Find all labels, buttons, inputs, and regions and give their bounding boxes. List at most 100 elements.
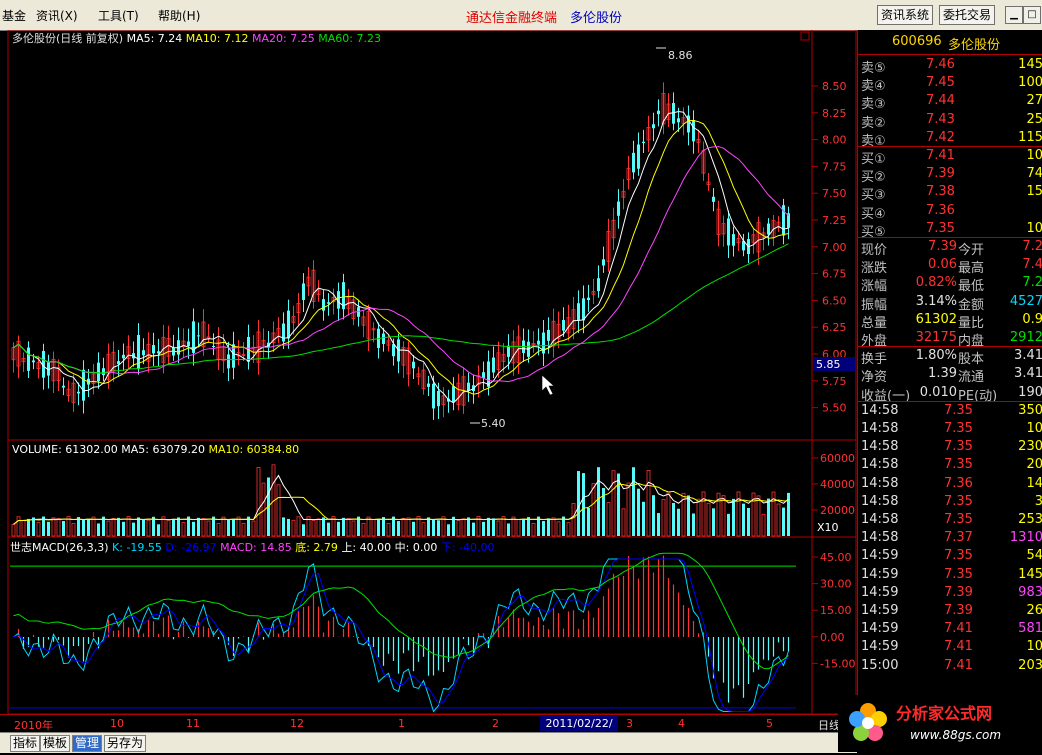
trade-tick-row: 14:58 7.37 1310 [858, 529, 1042, 547]
legend-item: VOLUME: 61302.00 [12, 443, 121, 456]
volume-bar [342, 517, 345, 536]
tick-time: 14:58 [861, 530, 899, 546]
candle [126, 335, 131, 370]
quote-value: 3.14% [915, 293, 957, 309]
candle [361, 309, 366, 338]
quote-value: 0.9 [1022, 311, 1042, 327]
tick-price: 7.35 [944, 512, 973, 527]
candle [732, 226, 735, 257]
volume-bar [216, 523, 221, 537]
candle [672, 92, 675, 131]
price-tick-label: 7.00 [822, 241, 847, 254]
volume-bar [137, 517, 140, 536]
volume-bar [132, 522, 135, 536]
volume-bar [142, 518, 145, 536]
ask-row: 卖⑤ 7.46 145 [858, 56, 1042, 76]
tick-price: 7.39 [944, 584, 973, 600]
ma5-line [13, 111, 789, 404]
ask-row: 卖② 7.43 25 [858, 111, 1042, 131]
quote-label: 量比 [958, 315, 985, 331]
candle [551, 308, 556, 358]
pane-maximize-icon[interactable] [800, 31, 810, 41]
tick-price: 7.36 [944, 475, 973, 491]
tick-volume: 10 [1026, 639, 1042, 655]
tick-volume: 581 [1018, 621, 1042, 637]
volume-bar [652, 495, 655, 536]
volume-bar [206, 520, 211, 537]
maximize-icon[interactable]: □ [1023, 6, 1041, 24]
volume-bar [487, 517, 490, 536]
svg-text:5.40: 5.40 [481, 417, 506, 430]
fund-label: 股本 [958, 352, 985, 368]
candle [122, 343, 125, 371]
volume-bar [587, 508, 590, 536]
volume-bar [527, 517, 530, 536]
volume-bar [696, 498, 701, 537]
volume-bar [382, 517, 385, 536]
candle [412, 354, 415, 380]
price-tick-label: 6.75 [822, 268, 847, 281]
candle [401, 341, 406, 378]
quote-row: 总量 61302 量比 0.9 [858, 311, 1042, 331]
tab-template[interactable]: 模板 [40, 735, 71, 752]
volume-bar [87, 519, 90, 536]
ask-price: 7.44 [926, 93, 955, 109]
tick-volume: 983 [1018, 584, 1042, 600]
fund-value: 3.41 [1014, 348, 1042, 364]
trade-tick-row: 15:00 7.41 203 [858, 657, 1042, 675]
volume-bar [296, 516, 301, 537]
volume-bar [556, 521, 561, 537]
trade-button[interactable]: 委托交易 [939, 5, 996, 25]
volume-bar [761, 513, 766, 537]
time-tick: 10 [110, 717, 124, 730]
candle [782, 198, 785, 245]
volume-bar [611, 470, 616, 537]
volume-bar [122, 521, 125, 536]
candle [522, 328, 525, 362]
menu-news[interactable]: 资讯(X) [36, 7, 78, 24]
news-system-button[interactable]: 资讯系统 [877, 5, 934, 25]
minimize-icon[interactable]: ▁ [1005, 6, 1023, 24]
trade-tick-row: 14:59 7.35 145 [858, 566, 1042, 584]
volume-bar [582, 473, 585, 536]
candle [712, 188, 715, 212]
tick-time: 14:59 [861, 639, 899, 655]
candle [157, 338, 160, 366]
ask-row: 卖④ 7.45 100 [858, 74, 1042, 94]
volume-bar [706, 502, 711, 537]
legend-item: 上: 40.00 [341, 541, 394, 554]
time-tick: 11 [186, 717, 200, 730]
price-tick-label: 6.50 [822, 294, 847, 307]
volume-bar [346, 517, 351, 537]
volume-bar [672, 502, 675, 536]
chart-canvas[interactable]: 8.50 8.25 8.00 7.75 7.50 7.25 7.00 6.75 6.50 6.25… [0, 30, 857, 714]
menu-help[interactable]: 帮助(H) [158, 7, 200, 24]
candle [51, 351, 56, 394]
price-tick-label: 8.50 [822, 80, 847, 93]
fund-row: 收益(一) 0.010 PE(动) 190 [858, 384, 1042, 404]
menu-tools[interactable]: 工具(T) [98, 7, 139, 24]
price-tick-label: 8.00 [822, 134, 847, 147]
quote-label: 振幅 [861, 297, 888, 313]
volume-bar [522, 519, 525, 536]
tab-save-as[interactable]: 另存为 [104, 735, 147, 752]
candle [152, 332, 155, 367]
candle [322, 289, 325, 321]
period-label[interactable]: 日线 [818, 717, 840, 733]
volume-bar [421, 522, 426, 537]
candle [492, 346, 495, 378]
tick-time: 14:59 [861, 584, 899, 600]
price-tick-label: 5.75 [822, 375, 847, 388]
time-tick: 1 [398, 717, 405, 730]
site-logo: 分析家公式网 www.88gs.com [838, 695, 1042, 752]
legend-item: 中: 0.00 [395, 541, 441, 554]
volume-bar [371, 519, 376, 537]
quote-value: 2912 [1009, 330, 1042, 345]
quote-value: 7.2 [1022, 275, 1042, 291]
menu-fund[interactable]: 基金 [2, 7, 26, 24]
tick-price: 7.35 [944, 566, 973, 582]
tick-volume: 3 [1034, 493, 1042, 509]
bid-label: 买② [861, 170, 886, 186]
tab-indicator[interactable]: 指标 [10, 735, 41, 752]
tab-manage[interactable]: 管理 [72, 735, 103, 752]
